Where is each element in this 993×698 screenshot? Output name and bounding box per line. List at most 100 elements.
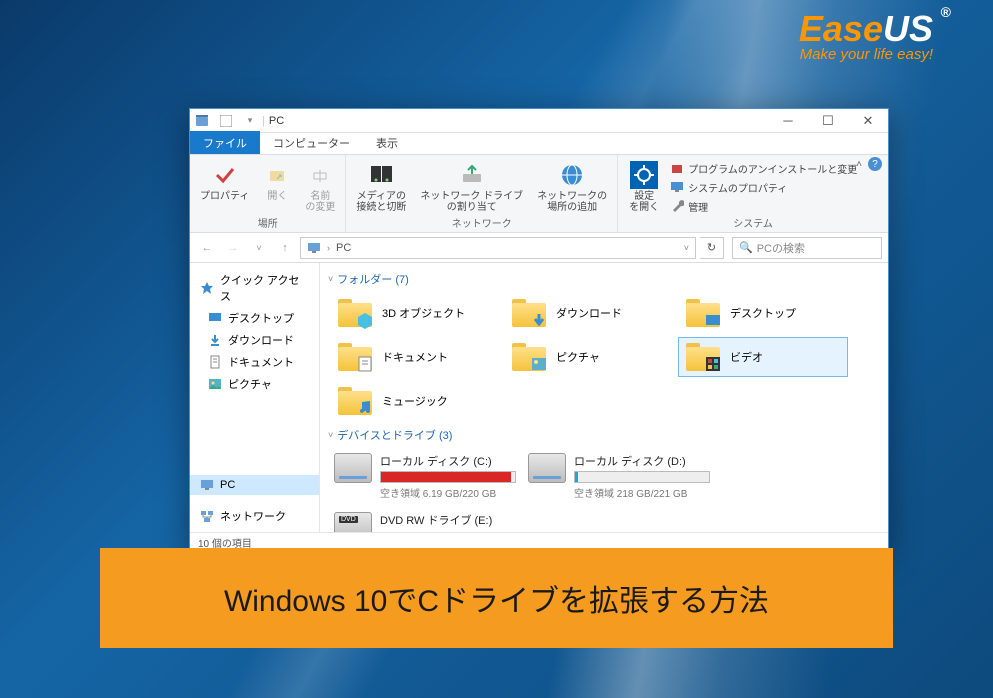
breadcrumb-pc[interactable]: PC <box>336 242 351 254</box>
address-path[interactable]: › PC ˅ <box>300 237 696 259</box>
picture-icon <box>208 377 222 391</box>
pc-icon <box>307 241 321 255</box>
group-system-label: システム <box>624 215 882 230</box>
rename-icon <box>306 161 334 189</box>
tab-file[interactable]: ファイル <box>190 131 260 154</box>
folder-music[interactable]: ミュージック <box>330 381 500 421</box>
gear-icon <box>630 161 658 189</box>
dvd-icon: DVD <box>334 512 372 532</box>
folders-header[interactable]: ˅フォルダー (7) <box>328 267 880 291</box>
folder-downloads[interactable]: ダウンロード <box>504 293 674 333</box>
chevron-down-icon: ˅ <box>328 274 333 284</box>
qat-icon[interactable] <box>218 113 234 129</box>
manage-button[interactable]: 管理 <box>670 198 857 215</box>
explorer-window: ▾ | PC ─ ☐ ✕ ファイル コンピューター 表示 ˄ ? プロパティ 開… <box>189 108 889 553</box>
pc-icon <box>200 478 214 492</box>
forward-button[interactable]: → <box>222 237 244 259</box>
uninstall-icon <box>670 161 684 175</box>
minimize-button[interactable]: ─ <box>768 109 808 133</box>
tab-view[interactable]: 表示 <box>363 131 411 154</box>
chevron-down-icon[interactable]: ˅ <box>684 243 689 253</box>
map-drive-button[interactable]: ネットワーク ドライブ の割り当て <box>416 159 527 215</box>
back-button[interactable]: ← <box>196 237 218 259</box>
usage-bar <box>574 471 710 483</box>
folder-3d-objects[interactable]: 3D オブジェクト <box>330 293 500 333</box>
title-banner: Windows 10でCドライブを拡張する方法 <box>100 548 893 648</box>
close-button[interactable]: ✕ <box>848 109 888 133</box>
document-icon <box>356 355 374 373</box>
desktop-icon <box>208 311 222 325</box>
drive-c[interactable]: ローカル ディスク (C:) 空き領域 6.19 GB/220 GB <box>330 449 520 504</box>
help-icon[interactable]: ? <box>868 157 882 171</box>
up-button[interactable]: ↑ <box>274 237 296 259</box>
group-location-label: 場所 <box>196 215 339 230</box>
checkmark-icon <box>211 161 239 189</box>
folder-desktop[interactable]: デスクトップ <box>678 293 848 333</box>
sidebar-downloads[interactable]: ダウンロード <box>190 329 319 351</box>
sidebar: クイック アクセス デスクトップ ダウンロード ドキュメント ピクチャ PC ネ… <box>190 263 320 532</box>
map-drive-icon <box>458 161 486 189</box>
monitor-icon <box>670 180 684 194</box>
folder-icon <box>336 385 374 417</box>
usage-bar <box>380 471 516 483</box>
recent-dropdown[interactable]: ˅ <box>248 237 270 259</box>
sysprops-button[interactable]: システムのプロパティ <box>670 179 857 196</box>
open-button[interactable]: 開く <box>259 159 295 215</box>
ribbon-tabs: ファイル コンピューター 表示 <box>190 133 888 155</box>
group-network-label: ネットワーク <box>352 215 611 230</box>
sidebar-network[interactable]: ネットワーク <box>190 505 319 527</box>
folder-icon <box>684 341 722 373</box>
film-icon <box>704 355 722 373</box>
easeus-logo: EaseUS® Make your life easy! <box>799 8 933 63</box>
window-title: PC <box>265 115 768 127</box>
sidebar-desktop[interactable]: デスクトップ <box>190 307 319 329</box>
logo-us: US <box>883 8 933 49</box>
star-icon <box>200 281 214 295</box>
drive-e[interactable]: DVD DVD RW ドライブ (E:) <box>330 508 520 532</box>
uninstall-button[interactable]: プログラムのアンインストールと変更 <box>670 160 857 177</box>
banner-text: Windows 10でCドライブを拡張する方法 <box>224 576 769 620</box>
window-icon <box>194 113 210 129</box>
music-note-icon <box>356 399 374 417</box>
tab-computer[interactable]: コンピューター <box>260 131 363 154</box>
chevron-down-icon: ˅ <box>328 430 333 440</box>
open-icon <box>263 161 291 189</box>
titlebar: ▾ | PC ─ ☐ ✕ <box>190 109 888 133</box>
download-arrow-icon <box>530 311 548 329</box>
devices-header[interactable]: ˅デバイスとドライブ (3) <box>328 423 880 447</box>
refresh-button[interactable]: ↻ <box>700 237 724 259</box>
sidebar-pc[interactable]: PC <box>190 475 319 495</box>
search-input[interactable]: 🔍 PCの検索 <box>732 237 882 259</box>
folder-icon <box>336 341 374 373</box>
folder-icon <box>510 341 548 373</box>
globe-icon <box>558 161 586 189</box>
add-location-button[interactable]: ネットワークの 場所の追加 <box>533 159 611 215</box>
search-icon: 🔍 <box>739 241 753 254</box>
media-button[interactable]: メディアの 接続と切断 <box>352 159 410 215</box>
network-icon <box>200 509 214 523</box>
properties-button[interactable]: プロパティ <box>196 159 253 215</box>
maximize-button[interactable]: ☐ <box>808 109 848 133</box>
folder-pictures[interactable]: ピクチャ <box>504 337 674 377</box>
folder-documents[interactable]: ドキュメント <box>330 337 500 377</box>
folder-videos[interactable]: ビデオ <box>678 337 848 377</box>
cube-icon <box>356 311 374 329</box>
folder-icon <box>510 297 548 329</box>
document-icon <box>208 355 222 369</box>
rename-button[interactable]: 名前 の変更 <box>301 159 339 215</box>
photo-icon <box>530 355 548 373</box>
settings-button[interactable]: 設定 を開く <box>624 159 664 215</box>
collapse-ribbon-icon[interactable]: ˄ <box>856 159 862 170</box>
folder-icon <box>684 297 722 329</box>
content-pane: ˅フォルダー (7) 3D オブジェクト ダウンロード デスクトップ ドキュメン… <box>320 263 888 532</box>
sidebar-quick-access[interactable]: クイック アクセス <box>190 269 319 307</box>
download-icon <box>208 333 222 347</box>
sidebar-pictures[interactable]: ピクチャ <box>190 373 319 395</box>
qat-dropdown-icon[interactable]: ▾ <box>242 113 258 129</box>
desktop-icon <box>704 311 722 329</box>
drive-d[interactable]: ローカル ディスク (D:) 空き領域 218 GB/221 GB <box>524 449 714 504</box>
sidebar-documents[interactable]: ドキュメント <box>190 351 319 373</box>
media-icon <box>367 161 395 189</box>
chevron-icon: › <box>327 243 330 253</box>
search-placeholder: PCの検索 <box>757 240 805 256</box>
